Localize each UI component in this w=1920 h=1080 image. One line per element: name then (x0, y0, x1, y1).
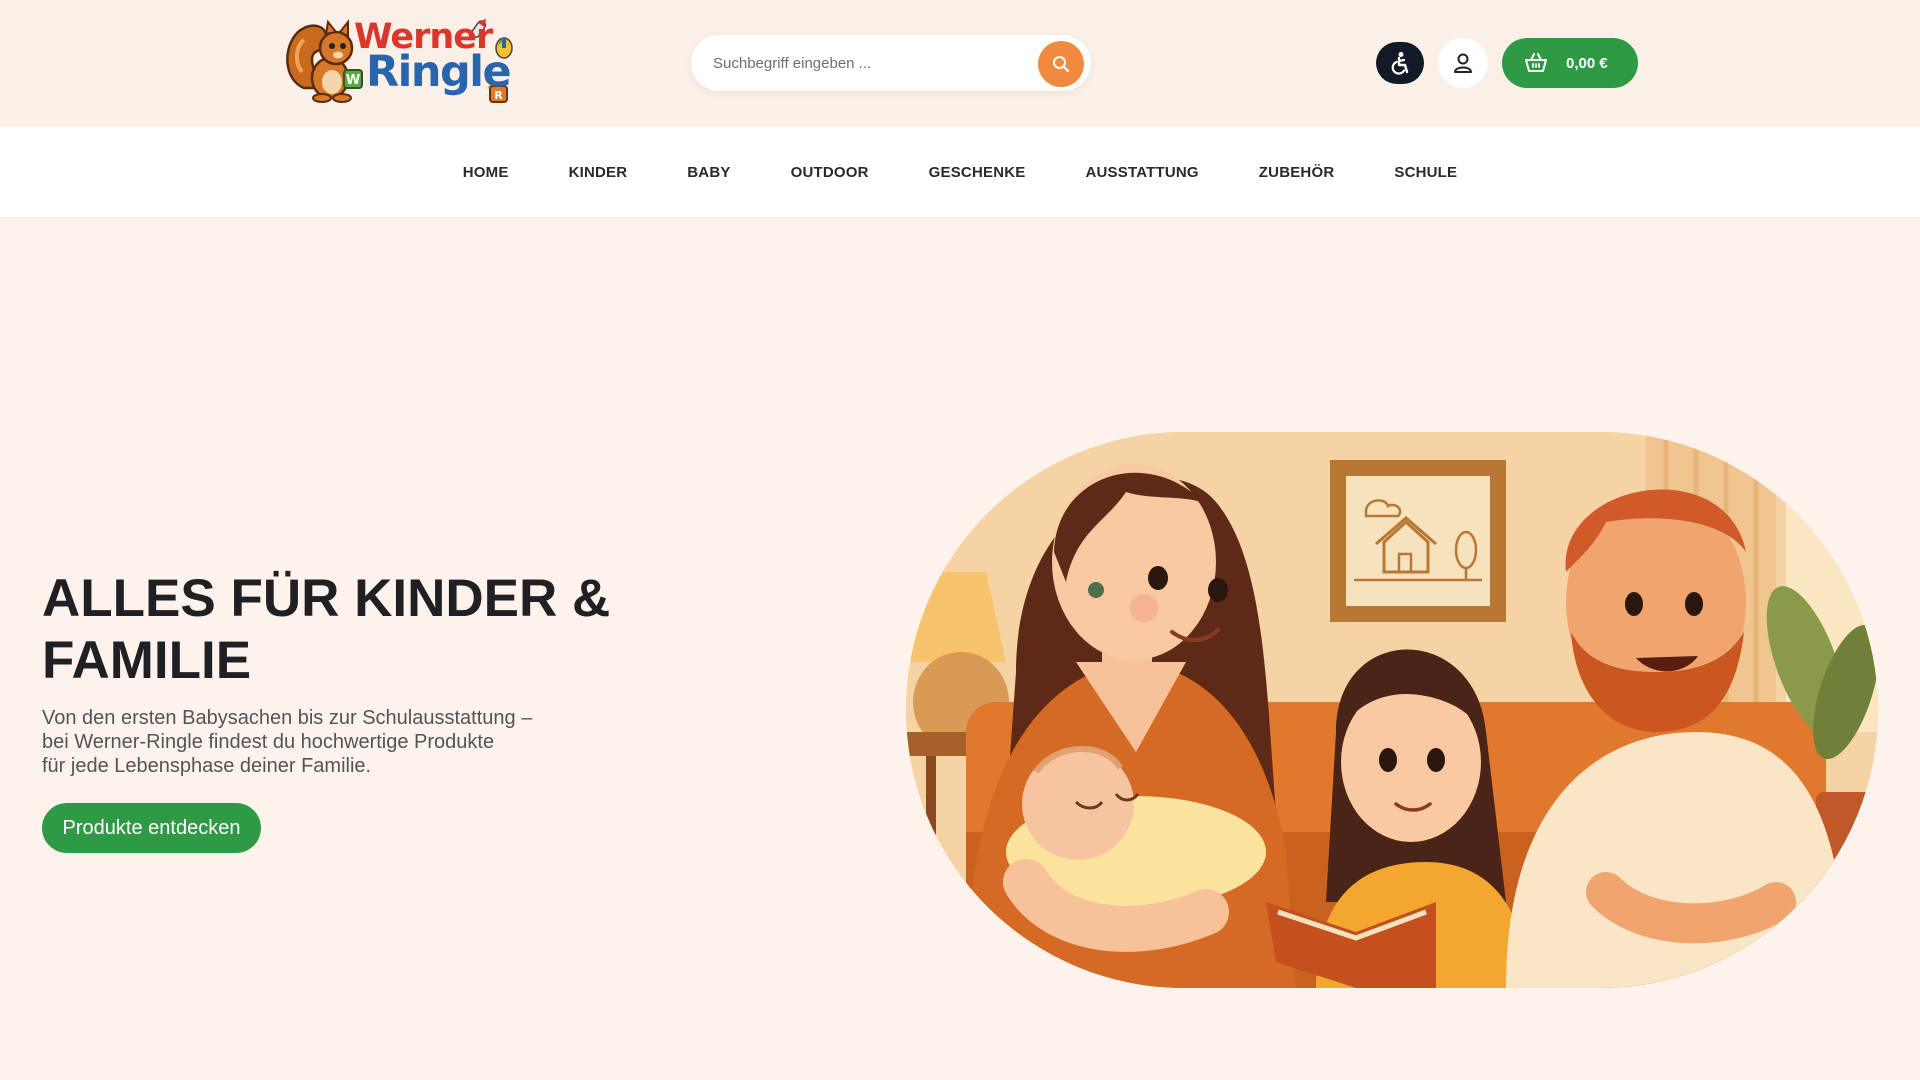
logo-wordmark: Werner Ringle (354, 20, 512, 97)
hero-title: ALLES FÜR KINDER & FAMILIE (42, 568, 662, 692)
site-logo[interactable]: W R Werner Ringle (282, 18, 522, 106)
cart-button[interactable]: 0,00 € (1502, 38, 1638, 88)
hero-family-illustration (906, 432, 1878, 988)
family-illustration-image (906, 432, 1878, 988)
nav-item-schule[interactable]: SCHULE (1394, 164, 1457, 181)
nav-item-geschenke[interactable]: GESCHENKE (929, 164, 1026, 181)
hero-subtitle-line1: Von den ersten Babysachen bis zur Schula… (42, 707, 533, 729)
hero-subtitle-line2: bei Werner-Ringle findest du hochwertige… (42, 731, 495, 753)
account-button[interactable] (1438, 38, 1488, 88)
nav-item-kinder[interactable]: KINDER (569, 164, 628, 181)
nav-item-zubehoer[interactable]: ZUBEHÖR (1259, 164, 1335, 181)
accessibility-icon (1391, 52, 1409, 75)
main-navigation: HOME KINDER BABY OUTDOOR GESCHENKE AUSST… (0, 127, 1920, 217)
logo-line2: Ringle (366, 47, 512, 97)
search-button[interactable] (1038, 41, 1084, 87)
nav-item-ausstattung[interactable]: AUSSTATTUNG (1085, 164, 1198, 181)
search-input[interactable] (713, 35, 1013, 91)
nav-item-outdoor[interactable]: OUTDOOR (791, 164, 869, 181)
hero-subtitle-line3: für jede Lebensphase deiner Familie. (42, 755, 372, 777)
search-bar (691, 35, 1091, 91)
nav-list: HOME KINDER BABY OUTDOOR GESCHENKE AUSST… (0, 127, 1920, 217)
hero-subtitle: Von den ersten Babysachen bis zur Schula… (42, 706, 562, 778)
cart-total: 0,00 € (1566, 54, 1608, 72)
nav-item-baby[interactable]: BABY (687, 164, 730, 181)
hero-title-line2: FAMILIE (42, 631, 252, 690)
nav-item-home[interactable]: HOME (463, 164, 509, 181)
user-icon (1454, 53, 1472, 73)
search-icon (1053, 56, 1070, 73)
discover-products-button[interactable]: Produkte entdecken (42, 803, 261, 853)
basket-icon (1525, 53, 1547, 72)
accessibility-button[interactable] (1376, 42, 1424, 84)
site-header: W R Werner Ringle Suchbegriff eingeben .… (0, 0, 1920, 127)
hero-title-line1: ALLES FÜR KINDER & (42, 569, 611, 628)
